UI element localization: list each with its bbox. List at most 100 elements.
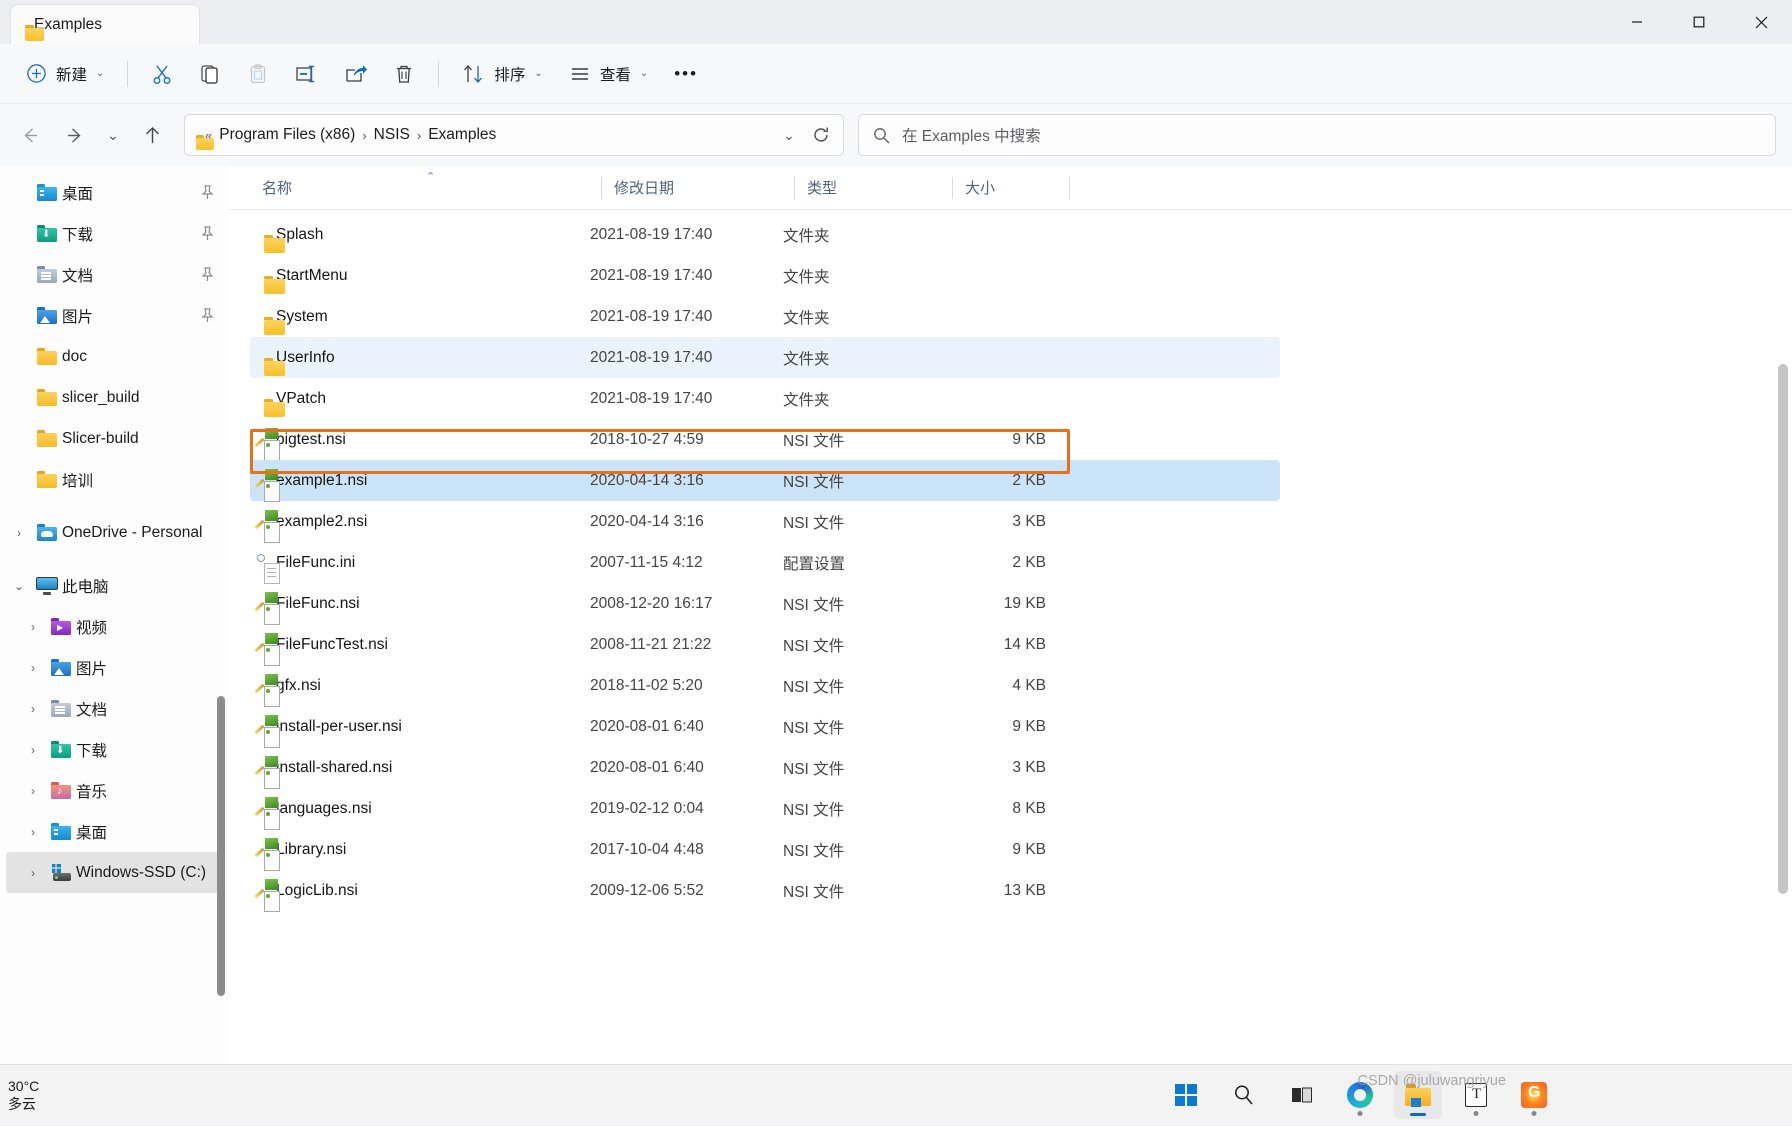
column-header-name[interactable]: ⌃ 名称 [250,166,602,210]
table-row[interactable]: FileFuncTest.nsi 2008-11-21 21:22 NSI 文件… [250,624,1280,665]
table-row[interactable]: FileFunc.ini 2007-11-15 4:12 配置设置 2 KB [250,542,1280,583]
share-button[interactable] [332,54,379,94]
search-input[interactable]: 在 Examples 中搜索 [902,124,1041,146]
table-row[interactable]: languages.nsi 2019-02-12 0:04 NSI 文件 8 K… [250,788,1280,829]
cut-button[interactable] [139,54,185,94]
search-taskbar-button[interactable] [1220,1071,1268,1119]
file-explorer-button[interactable] [1394,1071,1442,1119]
weather-description: 多云 [8,1097,39,1111]
sidebar-item-music[interactable]: › 音乐 [6,770,222,811]
text-editor-icon [1465,1083,1487,1107]
table-row[interactable]: LogicLib.nsi 2009-12-06 5:52 NSI 文件 13 K… [250,870,1280,911]
delete-button[interactable] [381,54,427,94]
sidebar-item-onedrive[interactable]: › OneDrive - Personal [6,512,222,553]
table-row[interactable]: StartMenu 2021-08-19 17:40 文件夹 [250,255,1280,296]
pin-icon[interactable] [201,226,214,241]
column-header-type[interactable]: 类型 [795,166,953,210]
table-row[interactable]: bigtest.nsi 2018-10-27 4:59 NSI 文件 9 KB [250,419,1280,460]
text-app-button[interactable] [1452,1071,1500,1119]
search-box[interactable]: 在 Examples 中搜索 [858,114,1776,156]
rename-button[interactable] [283,54,330,94]
sidebar-item-videos[interactable]: › 视频 [6,606,222,647]
chevron-down-icon: ⌄ [534,68,542,79]
table-row[interactable]: gfx.nsi 2018-11-02 5:20 NSI 文件 4 KB [250,665,1280,706]
refresh-button[interactable] [805,115,837,155]
chevron-right-icon[interactable]: › [20,825,46,839]
sidebar-item-pictures[interactable]: › 图片 [6,647,222,688]
back-button[interactable] [10,115,50,155]
table-row[interactable]: install-shared.nsi 2020-08-01 6:40 NSI 文… [250,747,1280,788]
table-row[interactable]: FileFunc.nsi 2008-12-20 16:17 NSI 文件 19 … [250,583,1280,624]
table-row[interactable]: VPatch 2021-08-19 17:40 文件夹 [250,378,1280,419]
view-button[interactable]: 查看 ⌄ [557,54,660,94]
chevron-down-icon[interactable]: ⌄ [6,579,32,593]
breadcrumb-item-1[interactable]: NSIS [374,126,410,144]
sidebar-item-slicer-build-lower[interactable]: slicer_build [6,377,222,418]
file-list-scrollbar[interactable] [1778,214,1788,1060]
task-view-button[interactable] [1278,1071,1326,1119]
chevron-right-icon[interactable]: › [20,866,46,880]
breadcrumb-item-2[interactable]: Examples [428,126,496,144]
sidebar-scrollbar[interactable] [217,166,225,1064]
weather-widget[interactable]: 30°C 多云 [0,1079,39,1111]
sidebar-scrollbar-thumb[interactable] [217,696,225,996]
column-header-date[interactable]: 修改日期 [602,166,795,210]
paste-button[interactable] [235,54,281,94]
pin-icon[interactable] [201,267,214,282]
maximize-button[interactable] [1668,0,1730,44]
sidebar-item-peixun[interactable]: 培训 [6,459,222,500]
address-bar[interactable]: « Program Files (x86) › NSIS › Examples … [184,114,844,156]
sidebar-item-this-pc[interactable]: ⌄ 此电脑 [6,565,222,606]
table-row[interactable]: install-per-user.nsi 2020-08-01 6:40 NSI… [250,706,1280,747]
tab-title: Examples [34,16,102,34]
file-list-scrollbar-thumb[interactable] [1778,364,1788,894]
sidebar-item-downloads[interactable]: › 下载 [6,729,222,770]
address-dropdown-button[interactable]: ⌄ [773,115,805,155]
sort-button[interactable]: 排序 ⌄ [450,54,554,94]
sidebar-item-desktop[interactable]: › 桌面 [6,811,222,852]
chevron-right-icon[interactable]: › [20,702,46,716]
table-row[interactable]: Library.nsi 2017-10-04 4:48 NSI 文件 9 KB [250,829,1280,870]
chevron-right-icon[interactable]: › [20,743,46,757]
up-button[interactable] [132,115,172,155]
edge-browser-button[interactable] [1336,1071,1384,1119]
close-button[interactable] [1730,0,1792,44]
new-button[interactable]: 新建 ⌄ [14,54,116,94]
sidebar-item-documents-quick[interactable]: 文档 [6,254,222,295]
drive-icon [46,864,76,882]
copy-button[interactable] [187,54,233,94]
sidebar-item-pictures-quick[interactable]: 图片 [6,295,222,336]
table-row[interactable]: example2.nsi 2020-04-14 3:16 NSI 文件 3 KB [250,501,1280,542]
sidebar-item-desktop-quick[interactable]: 桌面 [6,172,222,213]
table-row[interactable]: Splash 2021-08-19 17:40 文件夹 [250,214,1280,255]
sidebar-item-downloads-quick[interactable]: 下载 [6,213,222,254]
sidebar-item-doc[interactable]: doc [6,336,222,377]
chevron-right-icon[interactable]: › [20,661,46,675]
start-button[interactable] [1162,1071,1210,1119]
column-header-size[interactable]: 大小 [953,166,1070,210]
forward-button[interactable] [54,115,94,155]
pin-icon[interactable] [201,185,214,200]
sidebar-item-documents[interactable]: › 文档 [6,688,222,729]
sidebar-item-slicer-build-upper[interactable]: Slicer-build [6,418,222,459]
chevron-right-icon[interactable]: › [20,784,46,798]
table-row[interactable]: UserInfo 2021-08-19 17:40 文件夹 [250,337,1280,378]
sidebar-item-windows-ssd[interactable]: › Windows-SSD (C:) [6,852,222,893]
table-row-selected[interactable]: example1.nsi 2020-04-14 3:16 NSI 文件 2 KB [250,460,1280,501]
file-type: 配置设置 [783,552,941,574]
trash-icon [393,63,415,85]
pin-icon[interactable] [201,308,214,323]
plus-circle-icon [26,63,47,84]
tab-examples[interactable]: Examples [10,4,200,44]
table-row[interactable]: System 2021-08-19 17:40 文件夹 [250,296,1280,337]
orange-app-button[interactable] [1510,1071,1558,1119]
file-name: FileFunc.ini [276,554,355,572]
chevron-right-icon[interactable]: › [20,620,46,634]
taskbar-items [464,1065,1792,1126]
more-options-button[interactable]: ••• [662,54,710,94]
title-bar-drag-area[interactable] [200,0,1606,44]
chevron-right-icon[interactable]: › [6,526,32,540]
breadcrumb-item-0[interactable]: Program Files (x86) [219,126,355,144]
recent-locations-button[interactable]: ⌄ [98,115,128,155]
minimize-button[interactable] [1606,0,1668,44]
